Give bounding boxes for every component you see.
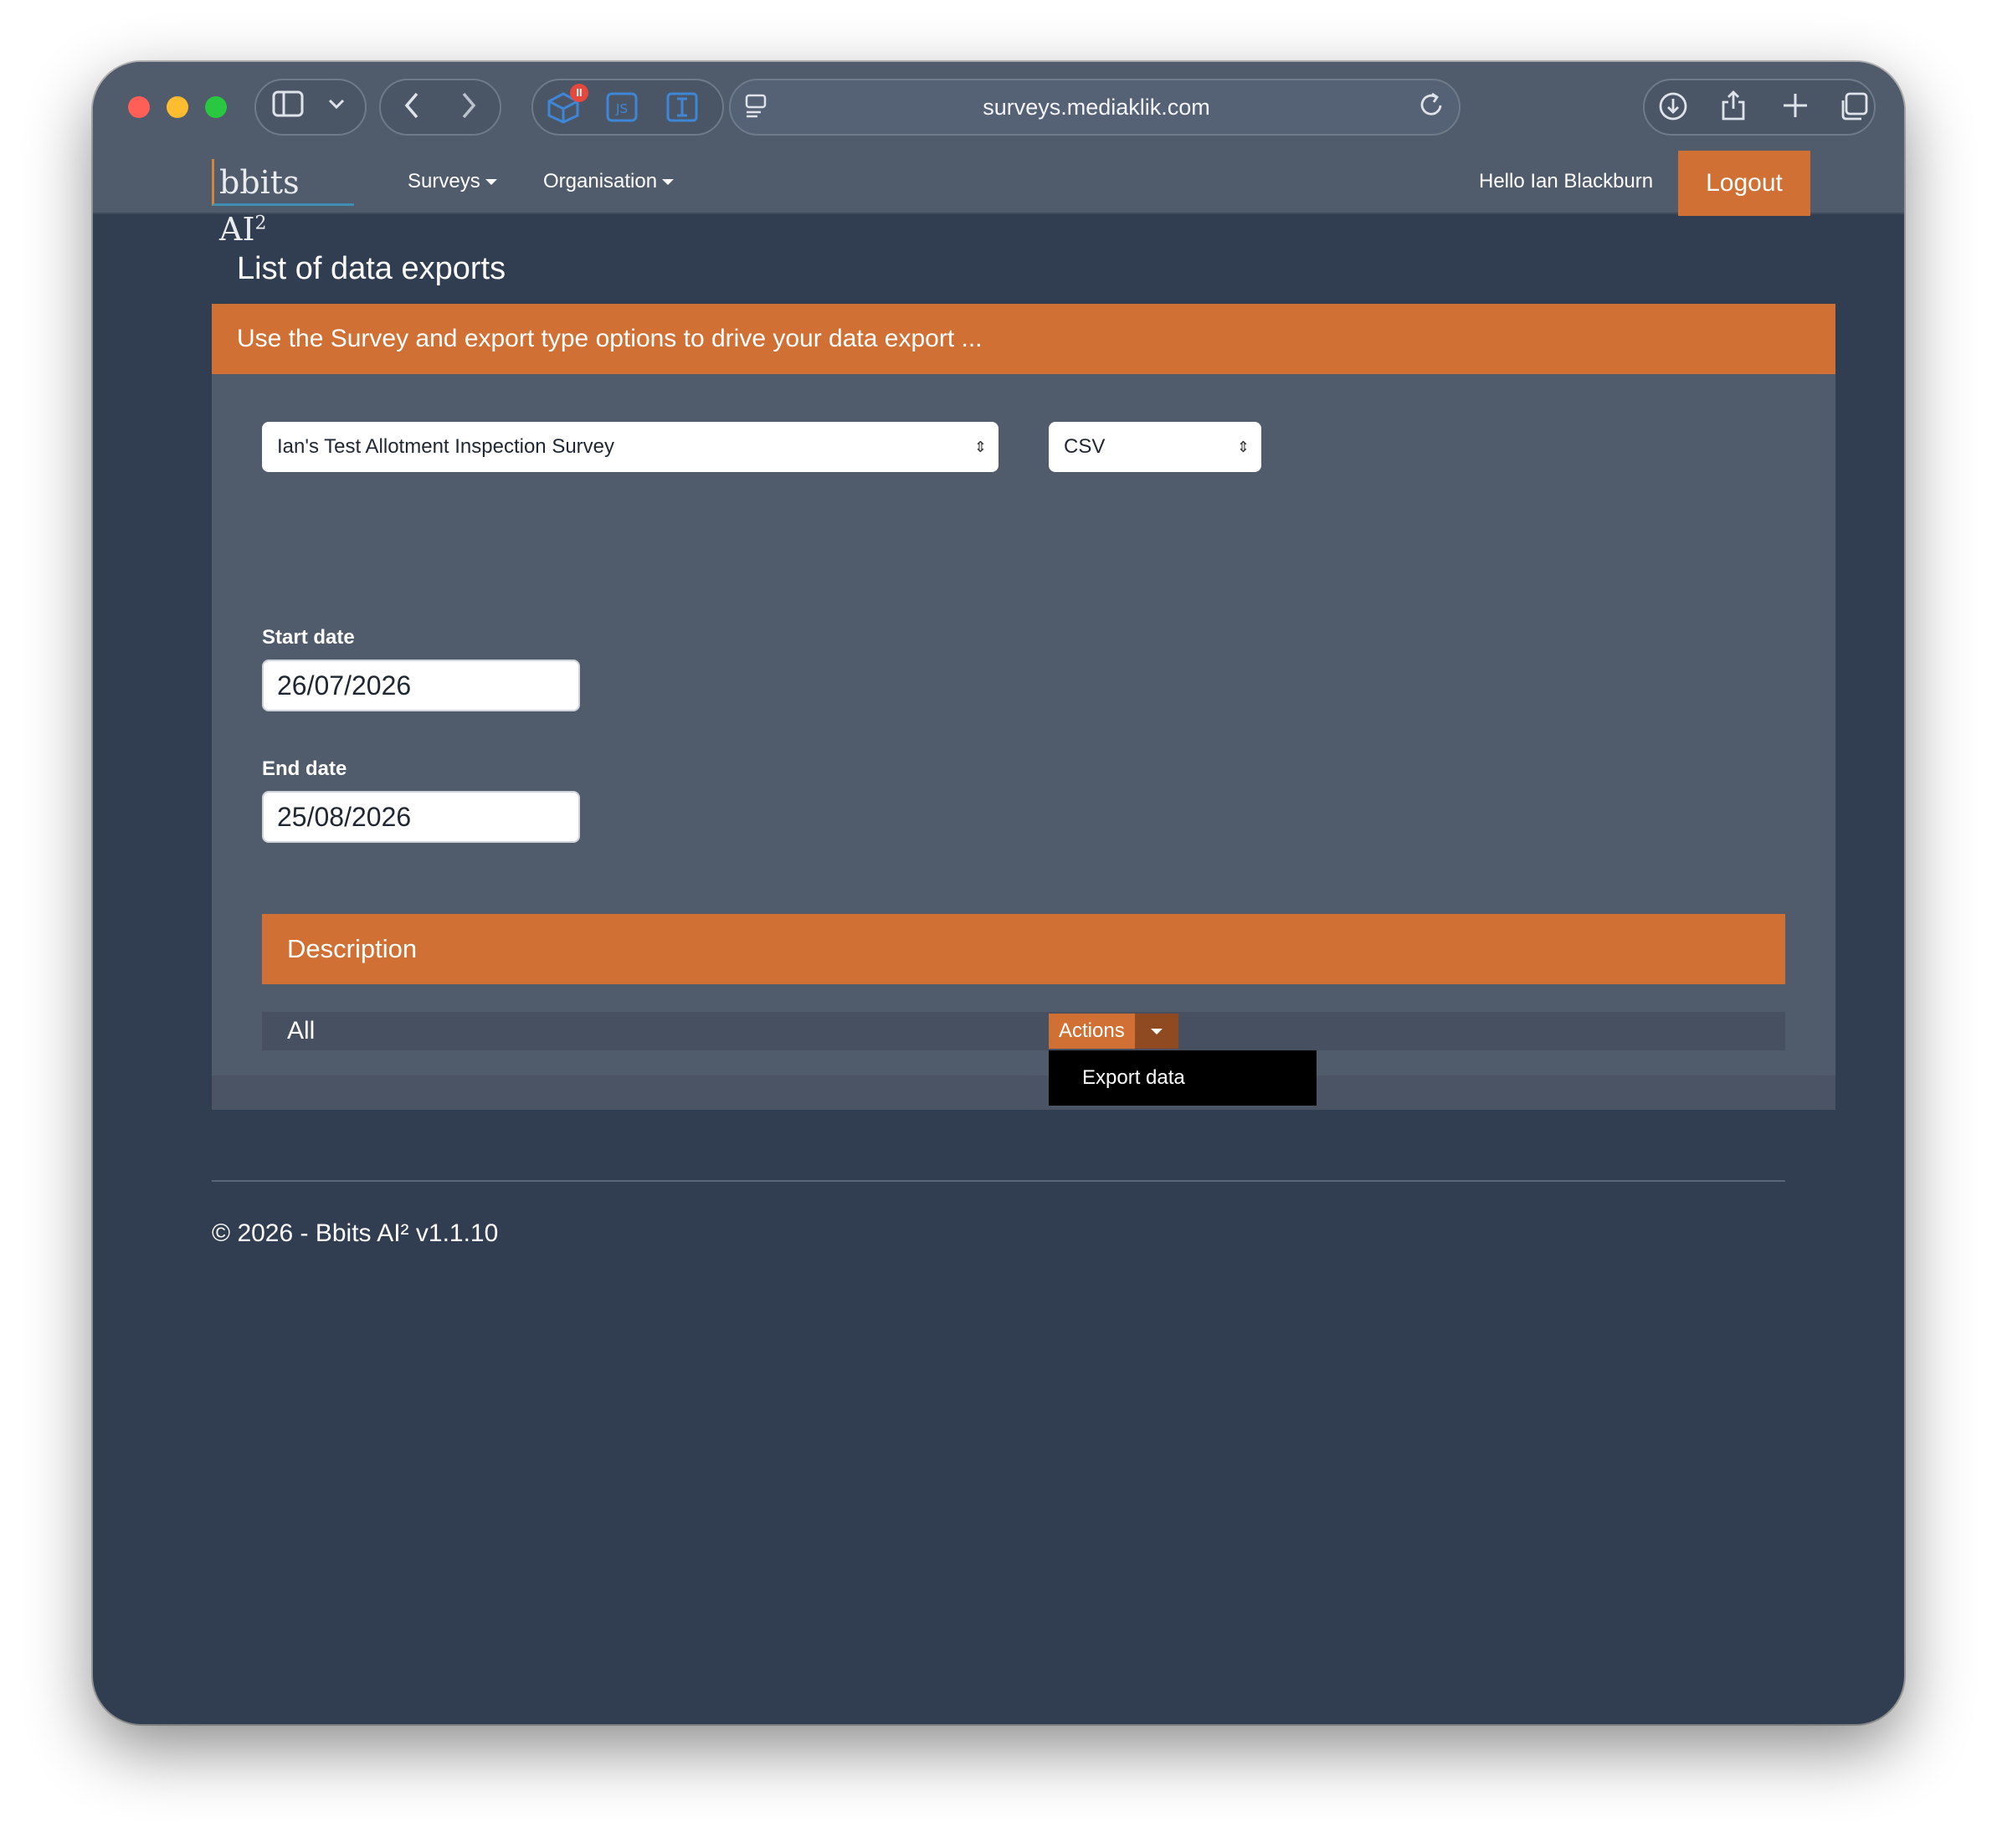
survey-select[interactable]: Ian's Test Allotment Inspection Survey ⇕ (262, 422, 998, 472)
export-data-menu-item[interactable]: Export data (1082, 1050, 1185, 1106)
organisation-menu-label: Organisation (543, 170, 658, 192)
end-date-label: End date (262, 757, 347, 780)
minimize-window-button[interactable] (167, 96, 188, 118)
card-footer (212, 1075, 1835, 1110)
start-date-label: Start date (262, 626, 355, 649)
table-header-description: Description (262, 914, 1785, 984)
brand-superscript: 2 (254, 213, 267, 234)
footer-divider (212, 1180, 1785, 1182)
page-title: List of data exports (237, 251, 506, 286)
history-nav-group (379, 79, 501, 136)
select-updown-icon: ⇕ (973, 439, 987, 455)
organisation-menu[interactable]: Organisation (543, 167, 675, 196)
browser-window: II JS surveys.mediaklik.com bbits AI2 Su… (93, 62, 1904, 1724)
caret-down-icon (485, 179, 497, 186)
actions-dropdown[interactable]: Actions (1049, 1014, 1178, 1049)
extensions-group: II JS (531, 79, 724, 136)
back-icon[interactable] (399, 90, 424, 128)
url-text: surveys.mediaklik.com (983, 95, 1210, 120)
sidebar-icon[interactable] (271, 90, 305, 125)
caret-down-icon (1150, 1029, 1163, 1034)
select-updown-icon: ⇕ (1236, 439, 1250, 455)
browser-toolbar: II JS surveys.mediaklik.com (93, 62, 1904, 151)
surveys-menu[interactable]: Surveys (408, 167, 497, 196)
end-date-input[interactable]: 25/08/2026 (262, 791, 580, 843)
survey-select-value: Ian's Test Allotment Inspection Survey (277, 435, 615, 458)
export-type-value: CSV (1064, 435, 1106, 458)
surveys-menu-label: Surveys (408, 170, 480, 192)
share-icon[interactable] (1717, 89, 1750, 130)
tabs-overview-icon[interactable] (1837, 90, 1871, 130)
caret-down-icon (662, 179, 675, 186)
start-date-input[interactable]: 26/07/2026 (262, 660, 580, 711)
close-window-button[interactable] (128, 96, 150, 118)
row-description: All (287, 1017, 316, 1045)
zoom-window-button[interactable] (205, 96, 227, 118)
brand-name: bbits AI (219, 164, 300, 248)
new-tab-icon[interactable] (1779, 90, 1812, 128)
text-cursor-extension-icon[interactable] (665, 92, 699, 130)
actions-toggle[interactable] (1134, 1014, 1178, 1049)
address-bar[interactable]: surveys.mediaklik.com (729, 79, 1461, 136)
extension-badge: II (570, 84, 588, 102)
brand-logo[interactable]: bbits AI2 (212, 159, 354, 248)
actions-menu: Export data (1049, 1050, 1317, 1106)
download-icon[interactable] (1656, 90, 1690, 130)
user-greeting: Hello Ian Blackburn (1479, 170, 1654, 192)
actions-button[interactable]: Actions (1049, 1014, 1135, 1049)
js-extension-icon[interactable]: JS (605, 92, 639, 130)
logout-button[interactable]: Logout (1678, 151, 1810, 216)
svg-text:JS: JS (615, 101, 628, 116)
forward-icon[interactable] (456, 90, 481, 128)
table-row: All Actions (262, 1012, 1785, 1050)
app-navbar: bbits AI2 Surveys Organisation Hello Ian… (93, 151, 1904, 248)
export-card: Use the Survey and export type options t… (212, 304, 1835, 1110)
toolbar-actions-group (1643, 79, 1876, 136)
export-type-select[interactable]: CSV ⇕ (1049, 422, 1261, 472)
reload-icon[interactable] (1417, 90, 1447, 128)
instruction-banner: Use the Survey and export type options t… (212, 304, 1835, 374)
sidebar-toggle-group (254, 79, 367, 136)
footer-copyright: © 2026 - Bbits AI² v1.1.10 (212, 1219, 499, 1247)
chevron-down-icon[interactable] (323, 90, 350, 125)
